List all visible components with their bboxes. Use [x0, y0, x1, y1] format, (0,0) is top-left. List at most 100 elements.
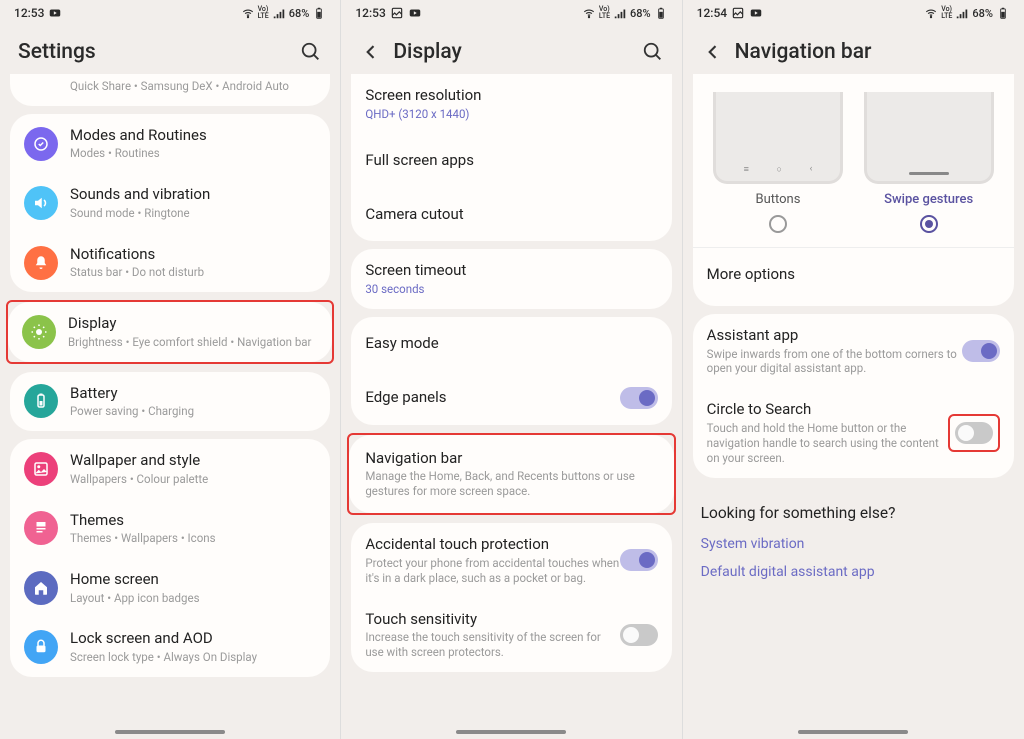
list-item-lockscreen[interactable]: Lock screen and AODScreen lock type • Al…	[10, 617, 330, 676]
list-item-sensitivity[interactable]: Touch sensitivityIncrease the touch sens…	[351, 598, 671, 672]
row-sub: Power saving • Charging	[70, 404, 316, 419]
row-title: Display	[68, 314, 318, 334]
signal-icon	[613, 6, 627, 20]
page-title: Settings	[18, 40, 300, 64]
row-sub: Protect your phone from accidental touch…	[365, 556, 619, 586]
row-sub: Manage the Home, Back, and Recents butto…	[365, 469, 657, 499]
row-sub: Modes • Routines	[70, 146, 316, 161]
link-system-vibration[interactable]: System vibration	[701, 536, 1006, 552]
wifi-icon	[924, 6, 938, 20]
preview-buttons[interactable]: ≡○‹	[713, 92, 843, 184]
row-sub: Swipe inwards from one of the bottom cor…	[707, 347, 962, 377]
row-sub: Touch and hold the Home button or the na…	[707, 421, 948, 466]
toggle-circle-search[interactable]	[955, 422, 993, 444]
card-modes: Modes and RoutinesModes • Routines Sound…	[10, 114, 330, 292]
row-title: Notifications	[70, 245, 316, 265]
youtube-icon	[749, 6, 763, 20]
list-item-wallpaper[interactable]: Wallpaper and styleWallpapers • Colour p…	[10, 439, 330, 498]
back-button[interactable]	[701, 40, 725, 64]
wallpaper-icon	[24, 452, 58, 486]
list-item-navbar[interactable]: Navigation bar Manage the Home, Back, an…	[349, 435, 673, 513]
preview-swipe[interactable]	[864, 92, 994, 184]
list-item-display[interactable]: DisplayBrightness • Eye comfort shield •…	[8, 302, 332, 361]
row-sub: Wallpapers • Colour palette	[70, 472, 316, 487]
card-personalize: Wallpaper and styleWallpapers • Colour p…	[10, 439, 330, 677]
list-item-themes[interactable]: ThemesThemes • Wallpapers • Icons	[10, 499, 330, 558]
homebar[interactable]	[115, 730, 225, 734]
list-item-assistant[interactable]: Assistant appSwipe inwards from one of t…	[693, 314, 1014, 388]
list-item-homescreen[interactable]: Home screenLayout • App icon badges	[10, 558, 330, 617]
list-item-modes[interactable]: Modes and RoutinesModes • Routines	[10, 114, 330, 173]
list-item-more-options[interactable]: More options	[693, 248, 1014, 302]
list-item-accidental[interactable]: Accidental touch protectionProtect your …	[351, 523, 671, 597]
list-item-truncated[interactable]: Quick Share • Samsung DeX • Android Auto	[10, 74, 330, 106]
list-item-notifications[interactable]: NotificationsStatus bar • Do not disturb	[10, 233, 330, 292]
home-icon	[24, 571, 58, 605]
row-sub: Screen lock type • Always On Display	[70, 650, 316, 665]
row-title: Camera cutout	[365, 205, 463, 225]
screenshot-icon	[390, 6, 404, 20]
screenshot-icon	[731, 6, 745, 20]
themes-icon	[24, 511, 58, 545]
radio-swipe[interactable]	[920, 215, 938, 233]
modes-icon	[24, 127, 58, 161]
highlight-navbar: Navigation bar Manage the Home, Back, an…	[347, 433, 675, 515]
clock: 12:54	[697, 6, 727, 20]
toggle-sensitivity[interactable]	[620, 624, 658, 646]
card-easy-edge: Easy mode Edge panels	[351, 317, 671, 425]
signal-icon	[955, 6, 969, 20]
lock-icon	[24, 630, 58, 664]
row-title: Edge panels	[365, 388, 619, 408]
homebar[interactable]	[798, 730, 908, 734]
row-title: Wallpaper and style	[70, 451, 316, 471]
row-sub: Themes • Wallpapers • Icons	[70, 531, 316, 546]
homebar[interactable]	[456, 730, 566, 734]
search-icon[interactable]	[642, 41, 664, 63]
row-sub: Status bar • Do not disturb	[70, 265, 316, 280]
row-sub: Sound mode • Ringtone	[70, 206, 316, 221]
row-title: Battery	[70, 384, 316, 404]
card-navbar-type: ≡○‹ Buttons Swipe gestures More options	[693, 74, 1014, 306]
row-sub: Brightness • Eye comfort shield • Naviga…	[68, 335, 318, 350]
battery-setting-icon	[24, 384, 58, 418]
list-item-cutout[interactable]: Camera cutout	[351, 187, 671, 241]
list-item-fullscreen[interactable]: Full screen apps	[351, 133, 671, 187]
row-title: Modes and Routines	[70, 126, 316, 146]
list-item-timeout[interactable]: Screen timeout 30 seconds	[351, 249, 671, 308]
option-swipe-label: Swipe gestures	[864, 192, 994, 207]
battery-pct: 68%	[289, 7, 310, 20]
radio-buttons[interactable]	[769, 215, 787, 233]
row-title: More options	[707, 265, 795, 285]
clock: 12:53	[14, 6, 44, 20]
list-item-edgepanels[interactable]: Edge panels	[351, 371, 671, 425]
card-partial: Quick Share • Samsung DeX • Android Auto	[10, 74, 330, 106]
row-sub: Quick Share • Samsung DeX • Android Auto	[70, 79, 316, 94]
back-button[interactable]	[359, 40, 383, 64]
volte-icon: Vo)LTE	[941, 6, 952, 20]
page-title: Display	[393, 40, 641, 64]
list-item-resolution[interactable]: Screen resolution QHD+ (3120 x 1440)	[351, 74, 671, 133]
battery-icon	[654, 6, 668, 20]
header: Settings	[0, 26, 340, 74]
search-icon[interactable]	[300, 41, 322, 63]
toggle-edgepanels[interactable]	[620, 387, 658, 409]
youtube-icon	[48, 6, 62, 20]
list-item-sounds[interactable]: Sounds and vibrationSound mode • Rington…	[10, 173, 330, 232]
list-item-circle-search[interactable]: Circle to SearchTouch and hold the Home …	[693, 388, 1014, 477]
list-item-easymode[interactable]: Easy mode	[351, 317, 671, 371]
toggle-accidental[interactable]	[620, 549, 658, 571]
battery-pct: 68%	[630, 7, 651, 20]
card-timeout: Screen timeout 30 seconds	[351, 249, 671, 308]
volte-icon: Vo)LTE	[599, 6, 610, 20]
toggle-assistant[interactable]	[962, 340, 1000, 362]
screen-navbar: 12:54 Vo)LTE 68% Navigation bar ≡○‹	[683, 0, 1024, 739]
page-title: Navigation bar	[735, 40, 1006, 64]
screen-display: 12:53 Vo)LTE 68% Display Screen resoluti…	[341, 0, 682, 739]
highlight-display: DisplayBrightness • Eye comfort shield •…	[6, 300, 334, 363]
list-item-battery[interactable]: BatteryPower saving • Charging	[10, 372, 330, 431]
preview-area: ≡○‹	[693, 74, 1014, 184]
display-icon	[22, 315, 56, 349]
row-title: Navigation bar	[365, 449, 462, 469]
link-default-assistant[interactable]: Default digital assistant app	[701, 564, 1006, 580]
statusbar: 12:53 Vo)LTE 68%	[0, 0, 340, 26]
